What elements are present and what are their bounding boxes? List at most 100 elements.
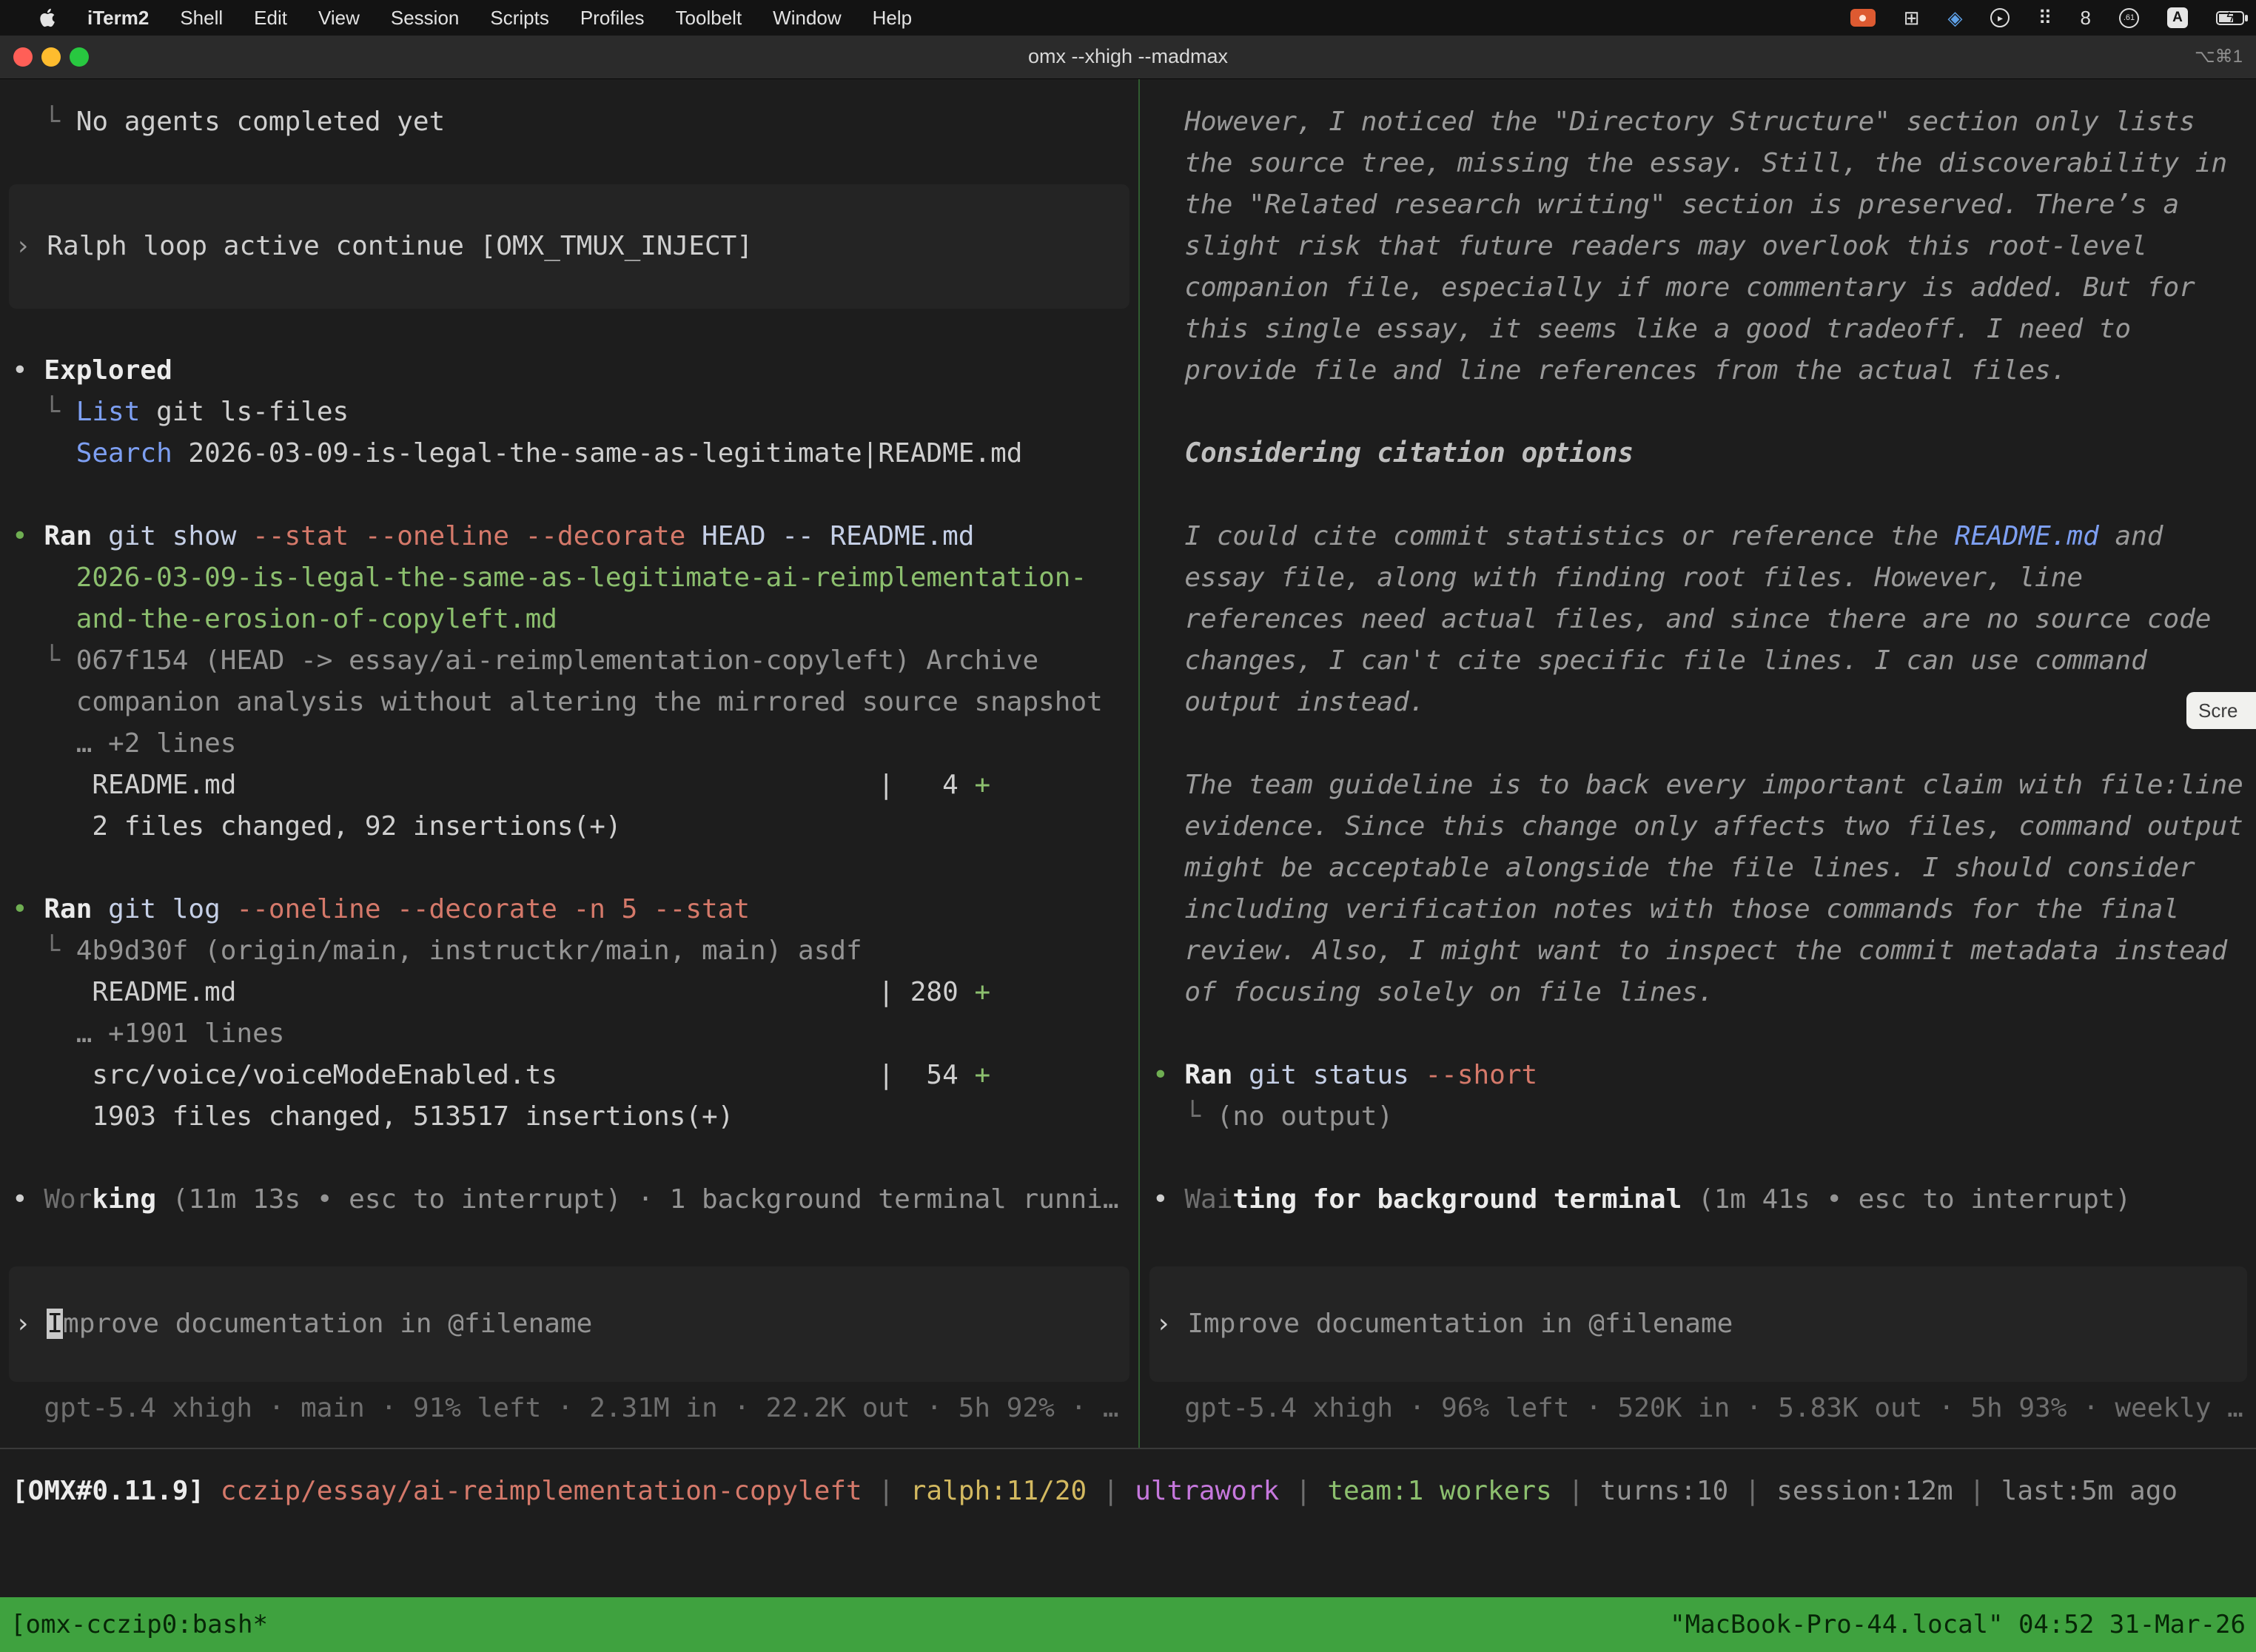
terminal-line: including verification notes with those … (1141, 889, 2256, 930)
window-grid-icon[interactable]: ⊞ (1904, 8, 1920, 27)
text-segment: provide file and line references from th… (1152, 355, 2067, 386)
text-segment: 4b9d30f (origin/main, instructkr/main, m… (76, 936, 862, 966)
text-segment: 2 files changed, 92 insertions(+) (12, 811, 622, 842)
text-segment: git status (1232, 1060, 1425, 1090)
battery-icon[interactable]: ϟ (2216, 11, 2244, 25)
text-segment: of focusing solely on file lines. (1152, 977, 1714, 1007)
text-segment: 067f154 (HEAD -> essay/ai-reimplementati… (76, 645, 1038, 676)
text-segment: | (1728, 1476, 1776, 1506)
omx-status-line: [OMX#0.11.9] cczip/essay/ai-reimplementa… (0, 1471, 2256, 1512)
terminal-line: might be acceptable alongside the file l… (1141, 847, 2256, 889)
text-segment: output instead. (1152, 687, 1425, 717)
menu-item-edit[interactable]: Edit (254, 7, 287, 30)
text-segment: companion file, especially if more comme… (1152, 272, 2195, 303)
text-segment: session:12m (1776, 1476, 1953, 1506)
screen-overlay-button[interactable]: Scre (2186, 692, 2256, 729)
terminal-line (0, 1138, 1138, 1179)
text-segment: The team guideline is to back every impo… (1152, 770, 2243, 800)
text-segment: README.md | 4 (12, 770, 974, 800)
pane-divider[interactable] (1138, 78, 1140, 1448)
text-segment: the "Related research writing" section i… (1152, 189, 2179, 220)
terminal-line: README.md | 280 + (0, 972, 1138, 1013)
text-segment: mprove documentation in @filename (63, 1309, 592, 1339)
horizontal-separator (0, 1448, 2256, 1449)
terminal-line: Considering citation options (1141, 433, 2256, 474)
text-segment: changes, I can't cite specific file line… (1152, 645, 2147, 676)
terminal-line (1141, 723, 2256, 765)
gauge-icon[interactable]: .61 (2119, 8, 2139, 28)
charging-bolt-icon: ϟ (2218, 10, 2243, 25)
terminal-line: gpt-5.4 xhigh · main · 91% left · 2.31M … (0, 1388, 1138, 1429)
text-segment: └ (12, 107, 76, 137)
text-segment: › (15, 1309, 47, 1339)
input-source-icon[interactable]: A (2167, 7, 2188, 28)
apple-icon[interactable] (38, 7, 56, 28)
text-segment (12, 438, 76, 469)
terminal-line: 2026-03-09-is-legal-the-same-as-legitima… (0, 557, 1138, 599)
text-segment: turns:10 (1600, 1476, 1728, 1506)
text-segment: team:1 workers (1327, 1476, 1551, 1506)
text-segment: might be acceptable alongside the file l… (1152, 853, 2195, 883)
menu-item-session[interactable]: Session (391, 7, 460, 30)
text-segment: └ (12, 645, 76, 676)
text-segment: Ran (44, 521, 92, 551)
text-segment: evidence. Since this change only affects… (1152, 811, 2243, 842)
terminal-line: Search 2026-03-09-is-legal-the-same-as-l… (0, 433, 1138, 474)
terminal-line: output instead. (1141, 682, 2256, 723)
text-segment: ralph:11/20 (910, 1476, 1087, 1506)
text-segment: • (12, 521, 44, 551)
menu-item-profiles[interactable]: Profiles (580, 7, 645, 30)
magnet-icon[interactable]: 8 (2081, 8, 2091, 27)
terminal-line (0, 143, 1138, 184)
text-segment: gpt-5.4 xhigh · 96% left · 520K in · 5.8… (1152, 1393, 2243, 1423)
text-segment: [OMX#0.11.9] (12, 1476, 221, 1506)
left-pane[interactable]: └ No agents completed yet › Ralph loop a… (0, 78, 1138, 1429)
text-segment: └ (12, 397, 76, 427)
menu-item-view[interactable]: View (318, 7, 360, 30)
text-segment: 2026-03-09-is-legal-the-same-as-legitima… (172, 438, 1023, 469)
text-segment: gpt-5.4 xhigh · main · 91% left · 2.31M … (12, 1393, 1119, 1423)
text-segment: Explored (44, 355, 172, 386)
text-segment: No agents completed yet (76, 107, 446, 137)
tmux-host-clock: "MacBook-Pro-44.local" 04:52 31-Mar-26 (1670, 1597, 2246, 1652)
left-prompt-input[interactable]: › Improve documentation in @filename (9, 1266, 1129, 1382)
text-segment: I (47, 1309, 63, 1339)
terminal-line: essay file, along with finding root file… (1141, 557, 2256, 599)
terminal-line: companion analysis without altering the … (0, 682, 1138, 723)
terminal-line: provide file and line references from th… (1141, 350, 2256, 392)
terminal-line: › Ralph loop active continue [OMX_TMUX_I… (9, 226, 1129, 267)
terminal-line: I could cite commit statistics or refere… (1141, 516, 2256, 557)
menu-item-iterm2[interactable]: iTerm2 (87, 7, 149, 30)
terminal-line: • Ran git show --stat --oneline --decora… (0, 516, 1138, 557)
terminal-line (0, 847, 1138, 889)
terminal-line (1141, 392, 2256, 433)
text-segment: | (1953, 1476, 2001, 1506)
dots-grid-icon[interactable]: ⠿ (2038, 8, 2052, 27)
terminal-line: However, I noticed the "Directory Struct… (1141, 101, 2256, 143)
menu-item-shell[interactable]: Shell (180, 7, 223, 30)
text-segment: └ (1152, 1101, 1217, 1132)
text-segment: Wai (1184, 1184, 1232, 1215)
menu-item-scripts[interactable]: Scripts (490, 7, 548, 30)
text-segment: git show (92, 521, 252, 551)
text-segment: 2026-03-09-is-legal-the-same-as-legitima… (12, 563, 1087, 593)
terminal-line: The team guideline is to back every impo… (1141, 765, 2256, 806)
text-segment: slight risk that future readers may over… (1152, 231, 2147, 261)
terminal-line: └ List git ls-files (0, 392, 1138, 433)
menu-item-help[interactable]: Help (873, 7, 912, 30)
right-pane[interactable]: However, I noticed the "Directory Struct… (1141, 78, 2256, 1429)
screen-recording-icon[interactable] (1850, 9, 1876, 27)
terminal-line: this single essay, it seems like a good … (1141, 309, 2256, 350)
text-segment: including verification notes with those … (1152, 894, 2179, 924)
text-segment: the source tree, missing the essay. Stil… (1152, 148, 2227, 178)
menu-item-toolbelt[interactable]: Toolbelt (676, 7, 742, 30)
menu-item-window[interactable]: Window (773, 7, 841, 30)
play-circle-icon[interactable]: ▸ (1990, 8, 2010, 27)
text-segment: Considering citation options (1152, 438, 1634, 469)
text-segment: essay file, along with finding root file… (1152, 563, 2083, 593)
blue-app-icon[interactable]: ◈ (1947, 8, 1962, 27)
terminal-line: … +2 lines (0, 723, 1138, 765)
text-segment: git log (92, 894, 236, 924)
tmux-session-label: [omx-cczip0:bash* (10, 1597, 268, 1652)
right-prompt-input[interactable]: › Improve documentation in @filename (1149, 1266, 2247, 1382)
